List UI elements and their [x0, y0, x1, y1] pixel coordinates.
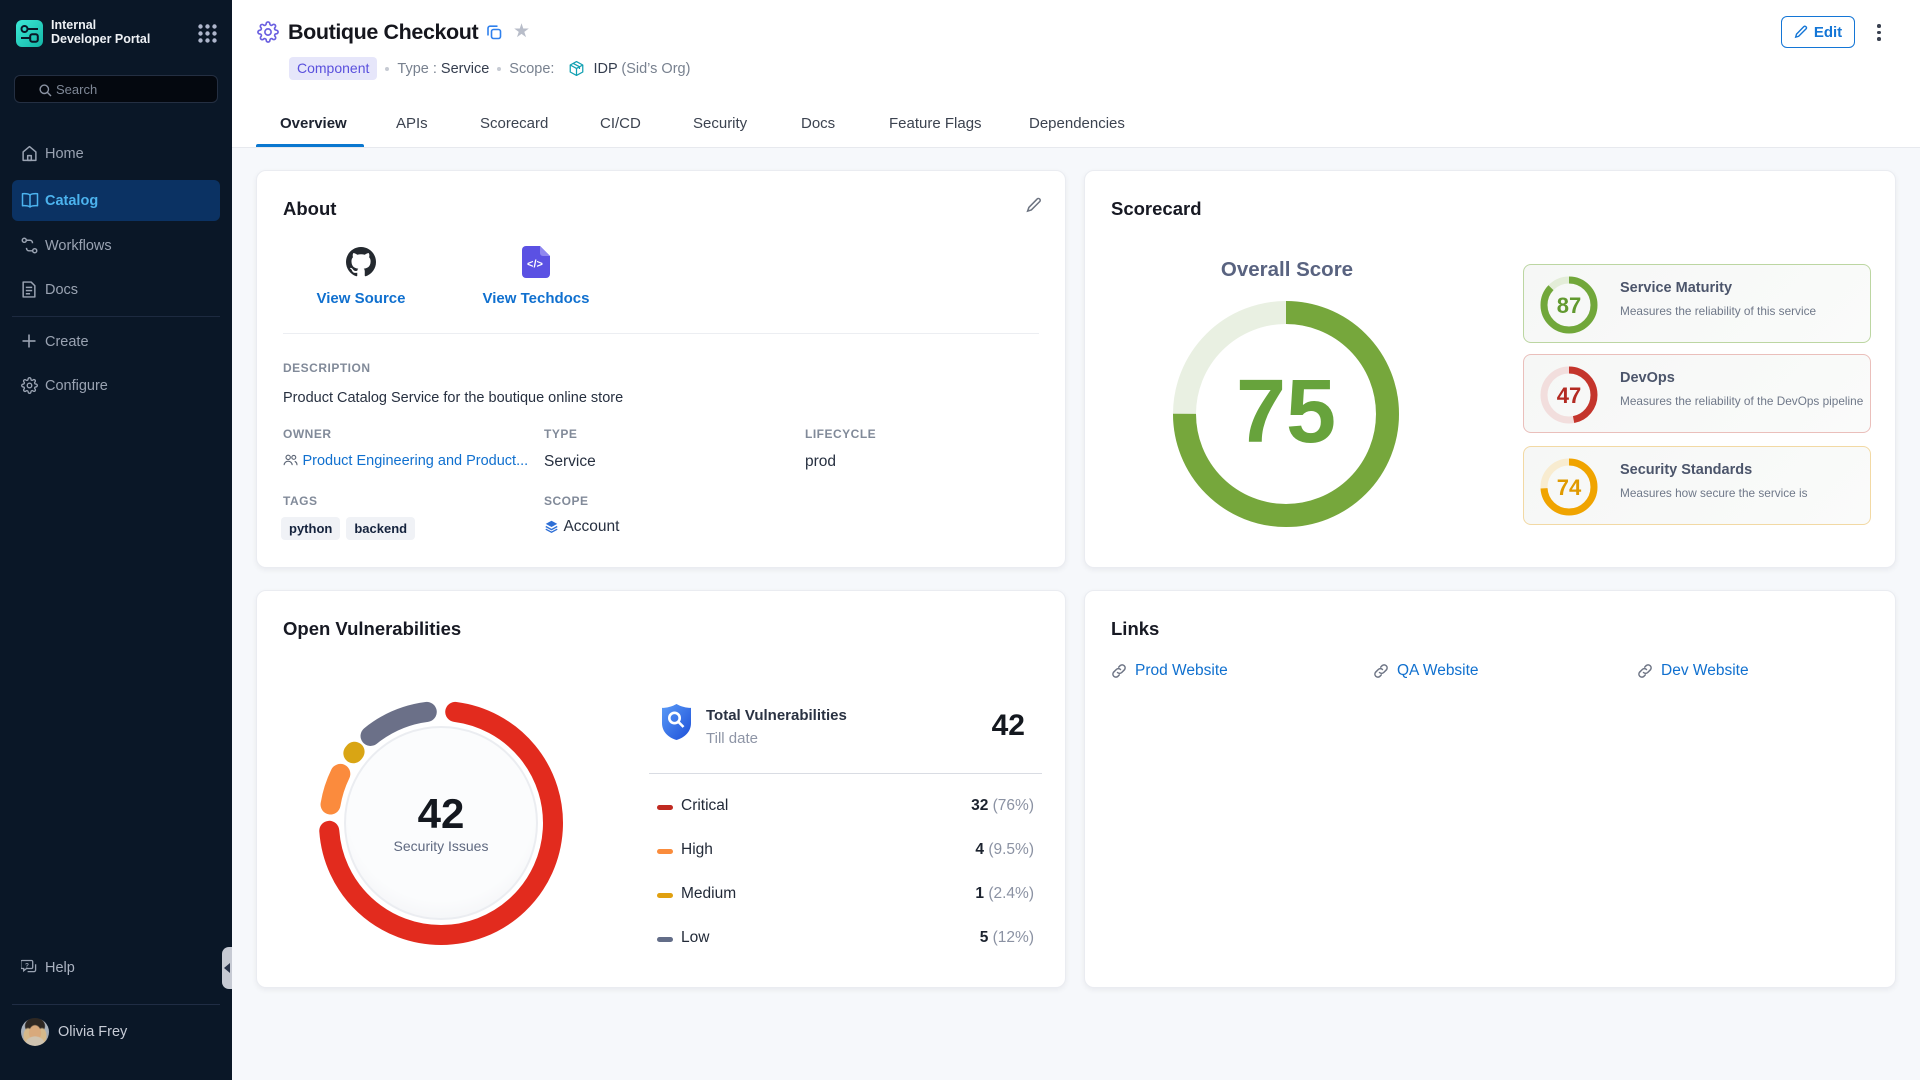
svg-text:Security Issues: Security Issues — [394, 838, 489, 854]
svg-text:</>: </> — [527, 259, 543, 271]
svg-text:74: 74 — [1557, 475, 1582, 500]
svg-text:87: 87 — [1557, 293, 1581, 318]
svg-text:75: 75 — [1236, 362, 1336, 462]
svg-text:47: 47 — [1557, 383, 1581, 408]
svg-text:42: 42 — [418, 790, 465, 837]
svg-text:?: ? — [25, 962, 29, 969]
